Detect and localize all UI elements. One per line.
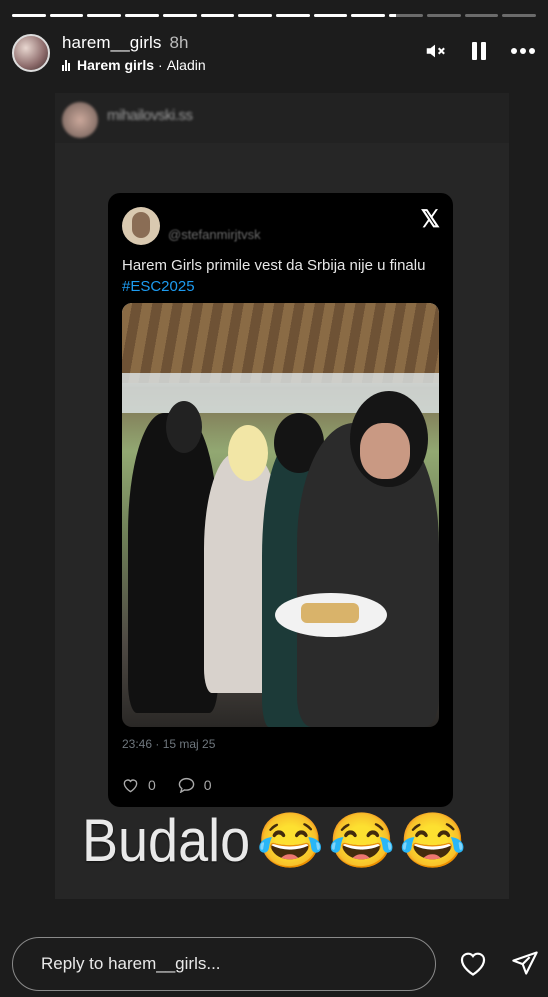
- laughing-emoji-icon: 😂: [328, 810, 396, 871]
- shared-avatar: [62, 102, 98, 138]
- progress-segment: [12, 14, 46, 17]
- shared-post-header[interactable]: mihailovski.ss: [55, 93, 509, 143]
- comment-action[interactable]: 0: [178, 777, 212, 793]
- progress-segment: [125, 14, 159, 17]
- tweet-avatar: [122, 207, 160, 245]
- progress-segment: [351, 14, 386, 17]
- progress-fill: [276, 14, 310, 17]
- music-artist[interactable]: Aladin: [167, 57, 206, 73]
- person-2-head: [228, 425, 268, 481]
- progress-segment: [162, 14, 197, 17]
- tweet-author-handle: @stefanmirjtvsk: [168, 227, 261, 242]
- progress-segment: [426, 14, 461, 17]
- avatar[interactable]: [12, 34, 50, 72]
- food-plate: [275, 593, 387, 637]
- progress-fill: [125, 14, 159, 17]
- progress-fill: [49, 14, 84, 17]
- caption-emojis: 😂 😂 😂: [257, 811, 467, 871]
- tweet-date: 23:46 · 15 maj 25: [122, 737, 216, 751]
- like-heart-icon[interactable]: [456, 946, 490, 980]
- progress-fill: [389, 14, 396, 17]
- progress-fill: [200, 14, 235, 17]
- heart-icon: [123, 778, 138, 792]
- comment-count: 0: [203, 777, 212, 793]
- person-1-head: [166, 401, 202, 453]
- reply-box[interactable]: [12, 937, 436, 991]
- more-icon[interactable]: [510, 38, 536, 64]
- tweet-photo: [122, 303, 439, 727]
- progress-fill: [162, 14, 197, 17]
- username[interactable]: harem__girls 8h: [62, 33, 189, 53]
- story-caption: Budalo 😂 😂 😂: [82, 806, 467, 875]
- tweet-hashtag[interactable]: #ESC2025: [122, 278, 195, 295]
- progress-fill: [313, 14, 348, 17]
- like-count: 0: [148, 777, 156, 793]
- progress-fill: [238, 14, 273, 17]
- tweet-body: Harem Girls primile vest da Srbija nije …: [122, 257, 426, 274]
- progress-segment: [200, 14, 235, 17]
- mute-icon[interactable]: [422, 38, 448, 64]
- comment-icon: [178, 777, 195, 793]
- like-action[interactable]: 0: [122, 777, 156, 793]
- laughing-emoji-icon: 😂: [399, 810, 467, 871]
- story-progress-bar: [12, 14, 537, 17]
- progress-segment: [502, 14, 537, 17]
- music-song[interactable]: Harem girls: [77, 57, 154, 73]
- progress-fill: [87, 14, 122, 17]
- progress-fill: [351, 14, 386, 17]
- music-info[interactable]: Harem girls · Aladin: [62, 57, 206, 73]
- x-logo-icon: 𝕏: [420, 206, 440, 233]
- username-text[interactable]: harem__girls: [62, 33, 161, 52]
- pause-icon[interactable]: [466, 38, 492, 64]
- progress-segment: [87, 14, 122, 17]
- tweet-card[interactable]: @stefanmirjtvsk 𝕏 Harem Girls primile ve…: [108, 193, 453, 807]
- progress-segment: [464, 14, 499, 17]
- music-separator: ·: [158, 57, 163, 73]
- progress-segment: [313, 14, 348, 17]
- progress-segment: [49, 14, 84, 17]
- story-header: harem__girls 8h Harem girls · Aladin: [12, 32, 536, 76]
- progress-segment: [389, 14, 423, 17]
- reply-input[interactable]: [39, 953, 413, 975]
- person-4-face: [360, 423, 410, 479]
- photo-roof: [122, 303, 439, 383]
- caption-text: Budalo: [82, 807, 251, 874]
- progress-segment: [276, 14, 310, 17]
- progress-fill: [12, 14, 46, 17]
- send-icon[interactable]: [508, 946, 542, 980]
- shared-name: mihailovski.ss: [107, 107, 193, 124]
- music-bars-icon: [62, 59, 70, 71]
- tweet-text: Harem Girls primile vest da Srbija nije …: [122, 255, 432, 297]
- progress-segment: [238, 14, 273, 17]
- post-time: 8h: [169, 33, 189, 52]
- laughing-emoji-icon: 😂: [256, 810, 325, 871]
- tweet-actions: 0 0: [122, 777, 226, 793]
